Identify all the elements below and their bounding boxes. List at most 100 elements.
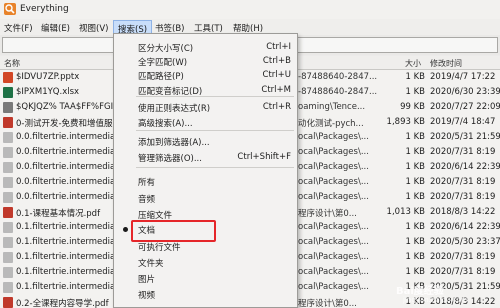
file-type-icon xyxy=(3,237,13,248)
file-path: -87488640-2847... xyxy=(298,87,378,97)
file-date: 2020/6/14 22:39 xyxy=(430,162,500,172)
column-name[interactable]: 名称 xyxy=(4,58,20,69)
menu-item-shortcut: Ctrl+R xyxy=(262,102,291,112)
search-menu-item[interactable]: 音频 xyxy=(114,191,297,205)
file-name: 0.1-课程基本情况.pdf xyxy=(16,209,101,219)
menu-separator xyxy=(136,96,294,97)
app-search-icon xyxy=(4,3,16,15)
file-path: ocal\Packages\... xyxy=(298,282,369,292)
file-type-icon xyxy=(3,267,13,278)
watermark-logo: Bai度经验 xyxy=(396,286,444,297)
file-size: 1 KB xyxy=(405,147,425,157)
menu-item-label: 添加到筛选器(A)... xyxy=(138,138,210,148)
file-date: 2020/7/31 8:19 xyxy=(430,177,496,187)
menu-separator xyxy=(136,167,294,168)
search-menu-item[interactable]: 管理筛选器(O)... Ctrl+Shift+F xyxy=(114,150,297,164)
file-type-icon xyxy=(3,207,13,218)
file-name: 0.1.filtertrie.intermediate xyxy=(16,252,116,262)
file-date: 2020/6/14 22:39 xyxy=(430,222,500,232)
file-name: 0.0.filtertrie.intermediate xyxy=(16,177,116,187)
menu-item-label: 管理筛选器(O)... xyxy=(138,154,202,164)
search-menu-item[interactable]: 所有 xyxy=(114,174,297,188)
window-title: Everything xyxy=(20,4,69,14)
file-path: ocal\Packages\... xyxy=(298,132,369,142)
file-path: oaming\Tence... xyxy=(298,102,366,112)
menu-edit[interactable]: 编辑(E) xyxy=(41,22,70,34)
search-menu-item[interactable]: 匹配路径(P) Ctrl+U xyxy=(114,68,297,82)
search-menu-item[interactable]: 图片 xyxy=(114,271,297,285)
radio-bullet-icon xyxy=(123,227,128,232)
file-name: 0.0.filtertrie.intermediate xyxy=(16,162,116,172)
file-date: 2020/7/31 8:19 xyxy=(430,252,496,262)
menu-item-label: 音频 xyxy=(138,195,156,205)
file-path: ocal\Packages\... xyxy=(298,162,369,172)
file-path: ocal\Packages\... xyxy=(298,252,369,262)
file-size: 1 KB xyxy=(405,87,425,97)
file-name: $IPXM1YQ.xlsx xyxy=(16,87,80,97)
file-size: 1 KB xyxy=(405,177,425,187)
search-menu-item[interactable]: 添加到筛选器(A)... xyxy=(114,134,297,148)
file-type-icon xyxy=(3,252,13,263)
file-name: 0-测试开发-免费和增值服 xyxy=(16,119,113,129)
search-menu-item[interactable]: 区分大小写(C) Ctrl+I xyxy=(114,40,297,54)
menu-item-shortcut: Ctrl+I xyxy=(266,42,291,52)
menu-file[interactable]: 文件(F) xyxy=(4,22,33,34)
file-date: 2018/8/3 14:22 xyxy=(430,207,496,217)
menu-view[interactable]: 视图(V) xyxy=(79,22,108,34)
file-size: 99 KB xyxy=(400,102,425,112)
menu-item-label: 可执行文件 xyxy=(138,243,181,253)
file-name: 0.1.filtertrie.intermediate xyxy=(16,282,116,292)
menu-item-label: 图片 xyxy=(138,275,156,285)
menu-item-label: 所有 xyxy=(138,178,156,188)
file-size: 1 KB xyxy=(405,237,425,247)
file-type-icon xyxy=(3,87,13,98)
column-size[interactable]: 大小 xyxy=(405,58,421,69)
menu-item-label: 视频 xyxy=(138,291,156,301)
search-menu-item[interactable]: 使用正则表达式(R) Ctrl+R xyxy=(114,100,297,114)
file-name: 0.1.filtertrie.intermediate xyxy=(16,222,116,232)
file-name: 0.2-全课程内容导学.pdf xyxy=(16,299,109,308)
file-size: 1 KB xyxy=(405,222,425,232)
file-date: 2020/5/30 23:37 xyxy=(430,237,500,247)
menu-item-shortcut: Ctrl+Shift+F xyxy=(237,152,291,162)
file-path: ocal\Packages\... xyxy=(298,192,369,202)
file-path: ocal\Packages\... xyxy=(298,267,369,277)
file-name: 0.1.filtertrie.intermediate xyxy=(16,237,116,247)
menu-separator xyxy=(136,130,294,131)
file-name: 0.0.filtertrie.intermediate xyxy=(16,147,116,157)
file-date: 2019/7/4 18:47 xyxy=(430,117,496,127)
search-menu-item[interactable]: 全字匹配(W) Ctrl+B xyxy=(114,54,297,68)
file-path: ocal\Packages\... xyxy=(298,222,369,232)
search-menu-item[interactable]: 压缩文件 xyxy=(114,207,297,221)
file-size: 1 KB xyxy=(405,132,425,142)
file-date: 2020/7/31 8:19 xyxy=(430,147,496,157)
menu-item-label: 文件夹 xyxy=(138,259,164,269)
file-name: $QKJQZ% TAA$FF%FGIF xyxy=(16,102,116,112)
search-dropdown-menu: 区分大小写(C) Ctrl+I 全字匹配(W) Ctrl+B 匹配路径(P) Ctrl+U… xyxy=(113,33,298,308)
file-name: 0.0.filtertrie.intermediate xyxy=(16,192,116,202)
column-modified[interactable]: 修改时间 xyxy=(430,58,462,69)
file-size: 1 KB xyxy=(405,72,425,82)
title-bar: Everything xyxy=(0,0,500,19)
search-menu-item[interactable]: 视频 xyxy=(114,287,297,301)
file-size: 1,013 KB xyxy=(386,207,425,217)
menu-item-label: 全字匹配(W) xyxy=(138,58,188,68)
file-date: 2020/6/30 23:39 xyxy=(430,87,500,97)
search-menu-item[interactable]: 文件夹 xyxy=(114,255,297,269)
watermark-url: jingyan.baidu.com xyxy=(403,296,468,304)
search-menu-item[interactable]: 高级搜索(A)... xyxy=(114,115,297,129)
file-type-icon xyxy=(3,117,13,128)
file-type-icon xyxy=(3,162,13,173)
file-size: 1 KB xyxy=(405,192,425,202)
menu-search[interactable]: 搜索(S) xyxy=(113,20,153,35)
file-date: 2020/7/31 8:19 xyxy=(430,267,496,277)
search-menu-item[interactable]: 匹配变音标记(D) Ctrl+M xyxy=(114,83,297,97)
file-date: 2019/4/7 17:22 xyxy=(430,72,496,82)
file-date: 2020/7/27 22:09 xyxy=(430,102,500,112)
file-type-icon xyxy=(3,297,13,308)
file-type-icon xyxy=(3,222,13,233)
menu-item-shortcut: Ctrl+M xyxy=(261,85,291,95)
file-name: $IDVU7ZP.pptx xyxy=(16,72,80,82)
menu-item-label: 区分大小写(C) xyxy=(138,44,194,54)
file-path: ocal\Packages\... xyxy=(298,147,369,157)
